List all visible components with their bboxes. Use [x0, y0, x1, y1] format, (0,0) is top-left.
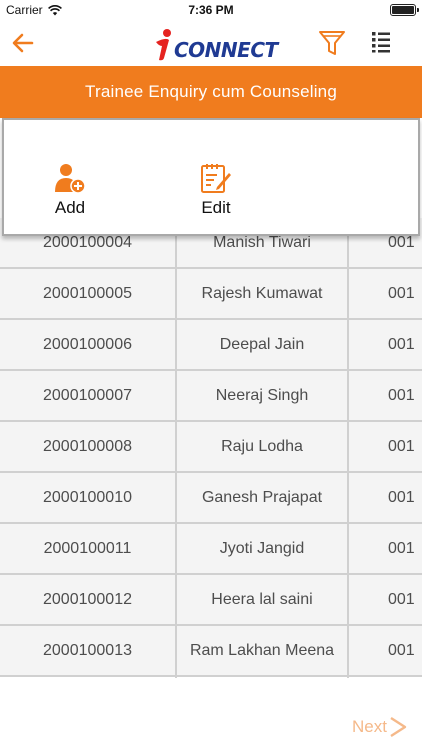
- battery-icon: [390, 4, 419, 16]
- logo-text: CONNECT: [174, 38, 278, 62]
- next-button[interactable]: Next: [352, 716, 408, 738]
- chevron-right-icon: [390, 716, 407, 738]
- row-code: 001: [388, 540, 415, 557]
- row-code: 001: [388, 642, 415, 659]
- add-button[interactable]: Add: [50, 162, 90, 218]
- column-divider: [347, 218, 349, 678]
- row-name: Rajesh Kumawat: [201, 285, 323, 302]
- row-name: Neeraj Singh: [215, 387, 309, 404]
- row-id: 2000100013: [43, 642, 132, 659]
- action-popup: Add Edit: [2, 118, 420, 236]
- edit-label: Edit: [201, 198, 231, 217]
- trainee-table: 2000100004 Manish Tiwari 001 2000100005 …: [0, 218, 422, 678]
- row-id: 2000100010: [43, 489, 132, 506]
- table-row[interactable]: 2000100006 Deepal Jain 001: [0, 320, 422, 371]
- edit-button[interactable]: Edit: [194, 162, 238, 218]
- row-code: 001: [388, 336, 415, 353]
- table-row[interactable]: 2000100011 Jyoti Jangid 001: [0, 524, 422, 575]
- add-label: Add: [54, 198, 86, 217]
- row-id: 2000100005: [43, 285, 132, 302]
- table-row[interactable]: 2000100013 Ram Lakhan Meena 001: [0, 626, 422, 677]
- app-logo: CONNECT: [150, 26, 278, 62]
- row-name: Deepal Jain: [219, 336, 305, 353]
- row-id: 2000100006: [43, 336, 132, 353]
- row-code: 001: [388, 285, 415, 302]
- nav-bar: CONNECT: [0, 20, 422, 66]
- back-button[interactable]: [10, 30, 36, 56]
- table-row[interactable]: 2000100008 Raju Lodha 001: [0, 422, 422, 473]
- row-code: 001: [388, 387, 415, 404]
- table-row[interactable]: 2000100005 Rajesh Kumawat 001: [0, 269, 422, 320]
- table-row[interactable]: 2000100010 Ganesh Prajapat 001: [0, 473, 422, 524]
- clock: 7:36 PM: [188, 3, 234, 17]
- row-name: Heera lal saini: [211, 591, 313, 608]
- filter-icon[interactable]: [318, 29, 346, 57]
- row-code: 001: [388, 489, 415, 506]
- row-name: Jyoti Jangid: [219, 540, 305, 557]
- row-name: Ganesh Prajapat: [201, 489, 323, 506]
- table-row[interactable]: 2000100007 Neeraj Singh 001: [0, 371, 422, 422]
- logo-mark-icon: [156, 29, 171, 61]
- next-label: Next: [352, 717, 387, 736]
- list-menu-icon[interactable]: [372, 31, 390, 53]
- add-user-icon: [55, 164, 86, 194]
- row-code: 001: [388, 591, 415, 608]
- row-code: 001: [388, 438, 415, 455]
- column-divider: [175, 218, 177, 678]
- row-id: 2000100011: [43, 540, 132, 557]
- page-title: Trainee Enquiry cum Counseling: [0, 66, 422, 118]
- table-row[interactable]: 2000100012 Heera lal saini 001: [0, 575, 422, 626]
- row-name: Raju Lodha: [221, 438, 303, 455]
- edit-note-icon: [201, 164, 231, 193]
- row-id: 2000100008: [43, 438, 132, 455]
- row-id: 2000100012: [43, 591, 132, 608]
- row-name: Ram Lakhan Meena: [189, 642, 335, 659]
- row-id: 2000100007: [43, 387, 132, 404]
- status-bar: Carrier 7:36 PM: [0, 0, 422, 20]
